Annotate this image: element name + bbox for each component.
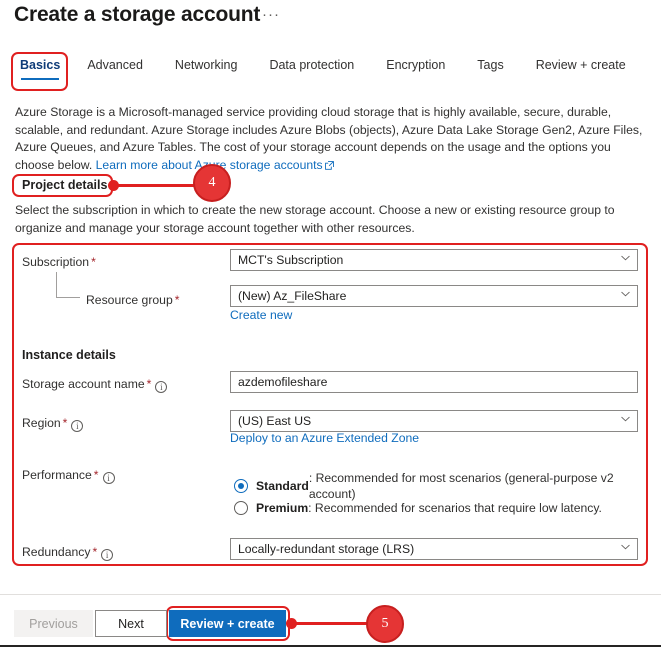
- tab-bar: Basics Advanced Networking Data protecti…: [14, 56, 658, 88]
- region-label: Region * i: [22, 415, 84, 432]
- resource-group-label: Resource group *: [86, 293, 180, 307]
- info-icon[interactable]: i: [101, 549, 114, 561]
- subscription-label: Subscription *: [22, 255, 96, 269]
- region-dropdown[interactable]: (US) East US: [230, 410, 638, 432]
- subscription-value: MCT's Subscription: [238, 253, 344, 267]
- resource-group-dropdown[interactable]: (New) Az_FileShare: [230, 285, 638, 307]
- radio-standard[interactable]: [234, 479, 248, 493]
- redundancy-value: Locally-redundant storage (LRS): [238, 542, 415, 556]
- page-title: Create a storage account: [14, 3, 261, 26]
- tab-tags[interactable]: Tags: [477, 56, 503, 81]
- chevron-down-icon: [621, 255, 630, 264]
- region-value: (US) East US: [238, 414, 312, 428]
- annotation-callout-5: 5: [366, 605, 404, 643]
- radio-premium[interactable]: [234, 501, 248, 515]
- instance-details-heading: Instance details: [22, 348, 116, 362]
- performance-premium-name: Premium: [256, 501, 309, 515]
- performance-premium-description: : Recommended for scenarios that require…: [308, 501, 602, 515]
- deploy-extended-zone-link[interactable]: Deploy to an Azure Extended Zone: [230, 430, 419, 446]
- subscription-dropdown[interactable]: MCT's Subscription: [230, 249, 638, 271]
- create-new-resource-group-link[interactable]: Create new: [230, 307, 292, 323]
- more-options-icon[interactable]: ···: [262, 4, 280, 26]
- project-details-subtext: Select the subscription in which to crea…: [15, 203, 615, 235]
- performance-option-standard[interactable]: Standard : Recommended for most scenario…: [234, 470, 661, 502]
- tab-review-create[interactable]: Review + create: [536, 56, 626, 81]
- storage-account-name-label: Storage account name * i: [22, 376, 168, 393]
- annotation-line-4: [114, 184, 194, 187]
- info-icon[interactable]: i: [102, 472, 115, 484]
- tab-data-protection[interactable]: Data protection: [269, 56, 354, 81]
- review-create-button[interactable]: Review + create: [169, 610, 286, 637]
- tab-networking[interactable]: Networking: [175, 56, 238, 81]
- chevron-down-icon: [621, 544, 630, 553]
- description-paragraph: Azure Storage is a Microsoft-managed ser…: [15, 104, 647, 174]
- info-icon[interactable]: i: [155, 381, 168, 393]
- redundancy-label: Redundancy * i: [22, 544, 114, 561]
- storage-account-name-input[interactable]: azdemofileshare: [230, 371, 638, 393]
- info-icon[interactable]: i: [71, 420, 84, 432]
- project-details-heading: Project details: [22, 178, 108, 192]
- external-link-icon: [324, 160, 334, 170]
- redundancy-dropdown[interactable]: Locally-redundant storage (LRS): [230, 538, 638, 560]
- performance-option-premium[interactable]: Premium : Recommended for scenarios that…: [234, 500, 602, 516]
- previous-button[interactable]: Previous: [14, 610, 93, 637]
- next-button[interactable]: Next: [95, 610, 167, 637]
- resource-group-value: (New) Az_FileShare: [238, 289, 347, 303]
- resource-group-tree-connector: [56, 272, 80, 298]
- chevron-down-icon: [621, 416, 630, 425]
- tab-advanced[interactable]: Advanced: [87, 56, 143, 81]
- tab-basics[interactable]: Basics: [20, 56, 60, 81]
- storage-account-name-value: azdemofileshare: [238, 375, 328, 389]
- performance-standard-name: Standard: [256, 479, 309, 493]
- tab-encryption[interactable]: Encryption: [386, 56, 445, 81]
- footer-divider: [0, 594, 661, 595]
- annotation-line-5: [292, 622, 368, 625]
- performance-label: Performance * i: [22, 467, 115, 484]
- annotation-callout-4: 4: [193, 164, 231, 202]
- chevron-down-icon: [621, 291, 630, 300]
- performance-standard-description: : Recommended for most scenarios (genera…: [308, 471, 614, 501]
